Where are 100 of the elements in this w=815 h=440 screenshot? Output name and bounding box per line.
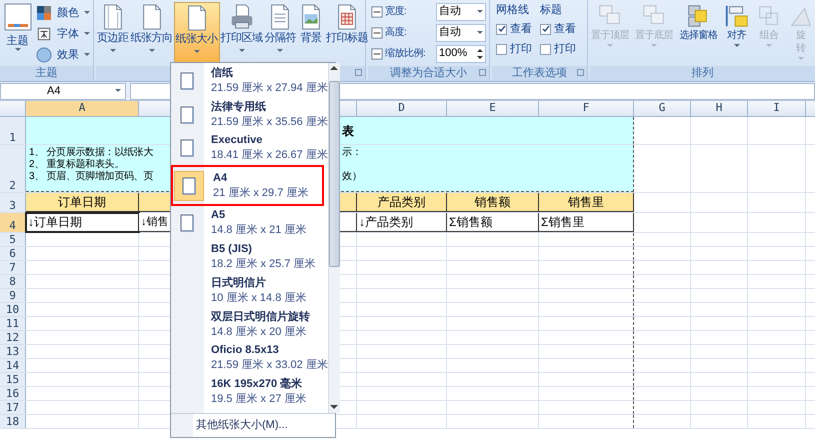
caret-icon bbox=[110, 49, 116, 53]
dialog-launcher-icon[interactable] bbox=[479, 69, 486, 76]
row-header[interactable]: 6 bbox=[0, 247, 26, 260]
group-label: 工作表选项 bbox=[512, 68, 567, 79]
paper-dimensions: 19.5 厘米 x 27 厘米 bbox=[211, 392, 306, 408]
row-header[interactable]: 14 bbox=[0, 359, 26, 372]
page-icon bbox=[182, 176, 196, 195]
paper-name: 双层日式明信片旋转 bbox=[211, 310, 310, 325]
table-cell: ↓订单日期 bbox=[26, 213, 139, 232]
theme-option-button[interactable]: 效果 bbox=[36, 45, 90, 65]
dialog-launcher-icon[interactable] bbox=[355, 69, 362, 76]
column-header[interactable]: F bbox=[539, 101, 634, 116]
ribbon-button[interactable]: 分隔符 bbox=[264, 2, 297, 64]
paper-size-item[interactable]: 日式明信片 10 厘米 x 14.8 厘米 bbox=[171, 274, 328, 308]
paper-size-item[interactable]: 双层日式明信片旋转 14.8 厘米 x 20 厘米 bbox=[171, 308, 328, 342]
checkbox-label: 打印 bbox=[510, 42, 532, 57]
caret-icon bbox=[148, 49, 154, 53]
more-paper-sizes-item[interactable]: 其他纸张大小(M)... bbox=[196, 417, 288, 434]
paper-name: Oficio 8.5x13 bbox=[211, 343, 280, 358]
row-header[interactable]: 2 bbox=[0, 145, 26, 192]
column-header[interactable]: G bbox=[634, 101, 691, 116]
caret-icon bbox=[14, 48, 20, 52]
row-header[interactable]: 15 bbox=[0, 373, 26, 386]
themes-button[interactable]: 主题 bbox=[3, 3, 32, 65]
paper-size-item[interactable]: 16K 195x270 毫米 19.5 厘米 x 27 厘米 bbox=[171, 375, 328, 410]
table-cell: 订单日期 bbox=[26, 193, 139, 212]
theme-option-button[interactable]: 颜色 bbox=[36, 3, 90, 23]
scale-icon bbox=[371, 26, 383, 38]
scale-icon bbox=[371, 6, 383, 18]
caret-icon bbox=[115, 89, 121, 93]
scale-field[interactable]: 自动 bbox=[436, 2, 486, 20]
row-header[interactable]: 9 bbox=[0, 289, 26, 302]
row-header[interactable]: 13 bbox=[0, 345, 26, 358]
row-header[interactable]: 4 bbox=[0, 213, 26, 232]
scrollbar[interactable] bbox=[328, 63, 340, 413]
caret-icon bbox=[238, 49, 244, 53]
checkbox[interactable] bbox=[496, 44, 507, 54]
checkbox[interactable] bbox=[496, 24, 507, 34]
ribbon-button[interactable]: 选择窗格 bbox=[679, 3, 718, 65]
page-icon bbox=[180, 72, 194, 90]
scale-field[interactable]: 自动 bbox=[436, 24, 486, 42]
scroll-thumb[interactable] bbox=[328, 81, 340, 267]
theme-option-button[interactable]: 字体 bbox=[36, 24, 90, 44]
row-header[interactable]: 3 bbox=[0, 193, 26, 212]
row-header[interactable]: 12 bbox=[0, 331, 26, 344]
field-label: 缩放比例: bbox=[385, 46, 426, 61]
circle-icon bbox=[36, 47, 52, 63]
row-header[interactable]: 1 bbox=[0, 117, 26, 144]
ribbon-button[interactable]: 页边距 bbox=[96, 2, 130, 64]
palette-icon bbox=[36, 5, 52, 21]
column-header[interactable]: I bbox=[748, 101, 806, 116]
paper-dimensions: 21.59 厘米 x 27.94 厘米 bbox=[211, 80, 328, 96]
paper-name: 信纸 bbox=[211, 66, 234, 81]
checkbox[interactable] bbox=[540, 44, 551, 54]
column-header[interactable]: E bbox=[447, 101, 539, 116]
page-icon bbox=[180, 139, 194, 158]
paper-dimensions: 21.59 厘米 x 33.02 厘米 bbox=[211, 358, 328, 374]
caret-icon bbox=[798, 57, 804, 61]
column-header[interactable]: H bbox=[691, 101, 748, 116]
paper-dimensions: 18.41 厘米 x 26.67 厘米 bbox=[211, 148, 328, 164]
scale-icon bbox=[371, 48, 383, 60]
paper-name: 16K 195x270 毫米 bbox=[211, 377, 304, 392]
scale-field[interactable]: 100% bbox=[436, 44, 486, 62]
row-header[interactable]: 10 bbox=[0, 303, 26, 316]
paper-size-item[interactable]: Oficio 8.5x13 21.59 厘米 x 33.02 厘米 bbox=[171, 342, 328, 376]
font-icon bbox=[37, 27, 51, 41]
column-header[interactable]: D bbox=[357, 101, 447, 116]
row-header[interactable]: 7 bbox=[0, 261, 26, 274]
caret-icon bbox=[84, 32, 90, 36]
paper-size-item[interactable]: A4 21 厘米 x 29.7 厘米 bbox=[171, 165, 324, 206]
table-cell: ↓产品类别 bbox=[357, 213, 447, 232]
row-header[interactable]: 18 bbox=[0, 415, 26, 428]
field-label: 高度: bbox=[385, 26, 406, 40]
row-header[interactable]: 8 bbox=[0, 275, 26, 288]
name-box[interactable]: A4 bbox=[0, 82, 126, 100]
themes-icon bbox=[4, 3, 32, 31]
column-header[interactable]: A bbox=[26, 101, 139, 116]
row-header[interactable]: 17 bbox=[0, 401, 26, 414]
scroll-down-icon[interactable] bbox=[330, 404, 338, 410]
scroll-up-icon[interactable] bbox=[330, 65, 338, 71]
paper-size-item[interactable]: B5 (JIS) 18.2 厘米 x 25.7 厘米 bbox=[171, 240, 328, 274]
ribbon-button[interactable]: 对齐 bbox=[724, 3, 750, 65]
paper-size-item[interactable]: 信纸 21.59 厘米 x 27.94 厘米 bbox=[171, 64, 328, 98]
row-header[interactable]: 5 bbox=[0, 233, 26, 246]
caret-icon bbox=[277, 49, 284, 53]
dialog-launcher-icon[interactable] bbox=[577, 69, 584, 76]
row-header[interactable]: 16 bbox=[0, 387, 26, 400]
ribbon-button[interactable]: 打印标题 bbox=[325, 2, 369, 64]
checkbox-label: 查看 bbox=[554, 22, 576, 37]
checkbox-label: 查看 bbox=[510, 22, 532, 37]
row-header[interactable]: 11 bbox=[0, 317, 26, 330]
section-title: 标题 bbox=[540, 3, 563, 17]
page-icon bbox=[180, 214, 194, 232]
paper-dimensions: 18.2 厘米 x 25.7 厘米 bbox=[211, 257, 316, 272]
align-icon bbox=[724, 3, 750, 29]
ribbon-button[interactable]: 纸张大小 bbox=[174, 2, 220, 64]
page-icon bbox=[180, 106, 194, 124]
checkbox[interactable] bbox=[540, 24, 551, 34]
spinner-icon bbox=[477, 48, 483, 60]
ribbon-button[interactable]: 纸张方向 bbox=[130, 2, 174, 64]
